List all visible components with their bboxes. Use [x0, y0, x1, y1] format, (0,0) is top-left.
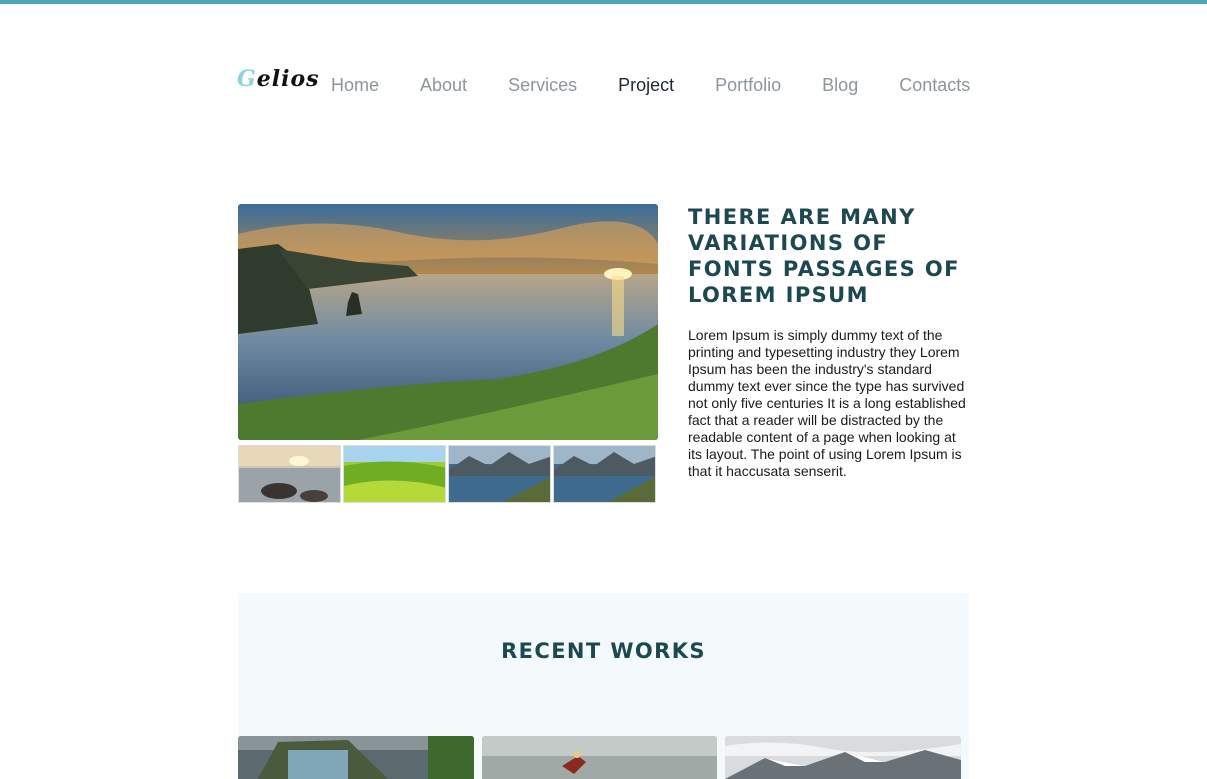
thumbnail-4[interactable] — [553, 445, 656, 503]
hero-description: Lorem Ipsum is simply dummy text of the … — [688, 327, 966, 479]
hero-thumbnails — [238, 445, 658, 503]
nav-project[interactable]: Project — [618, 73, 674, 97]
logo-initial: G — [237, 66, 257, 92]
nav-contacts[interactable]: Contacts — [899, 73, 970, 97]
recent-works-section: RECENT WORKS — [238, 593, 969, 779]
main-nav: Home About Services Project Portfolio Bl… — [331, 73, 1011, 97]
recent-works-title: RECENT WORKS — [501, 639, 706, 663]
nav-about[interactable]: About — [420, 73, 467, 97]
nav-portfolio[interactable]: Portfolio — [715, 73, 781, 97]
thumbnail-3[interactable] — [448, 445, 551, 503]
recent-work-1[interactable] — [238, 736, 474, 779]
recent-work-3[interactable] — [725, 736, 961, 779]
logo-text: elios — [256, 66, 320, 92]
thumbnail-1[interactable] — [238, 445, 341, 503]
site-logo[interactable]: Gelios — [237, 66, 320, 92]
nav-blog[interactable]: Blog — [822, 73, 858, 97]
hero-title: THERE ARE MANY VARIATIONS OF FONTS PASSA… — [688, 205, 960, 307]
nav-home[interactable]: Home — [331, 73, 379, 97]
hero-image — [238, 204, 658, 440]
top-accent-bar — [0, 0, 1207, 4]
thumbnail-2[interactable] — [343, 445, 446, 503]
recent-work-2[interactable] — [482, 736, 717, 779]
nav-services[interactable]: Services — [508, 73, 577, 97]
